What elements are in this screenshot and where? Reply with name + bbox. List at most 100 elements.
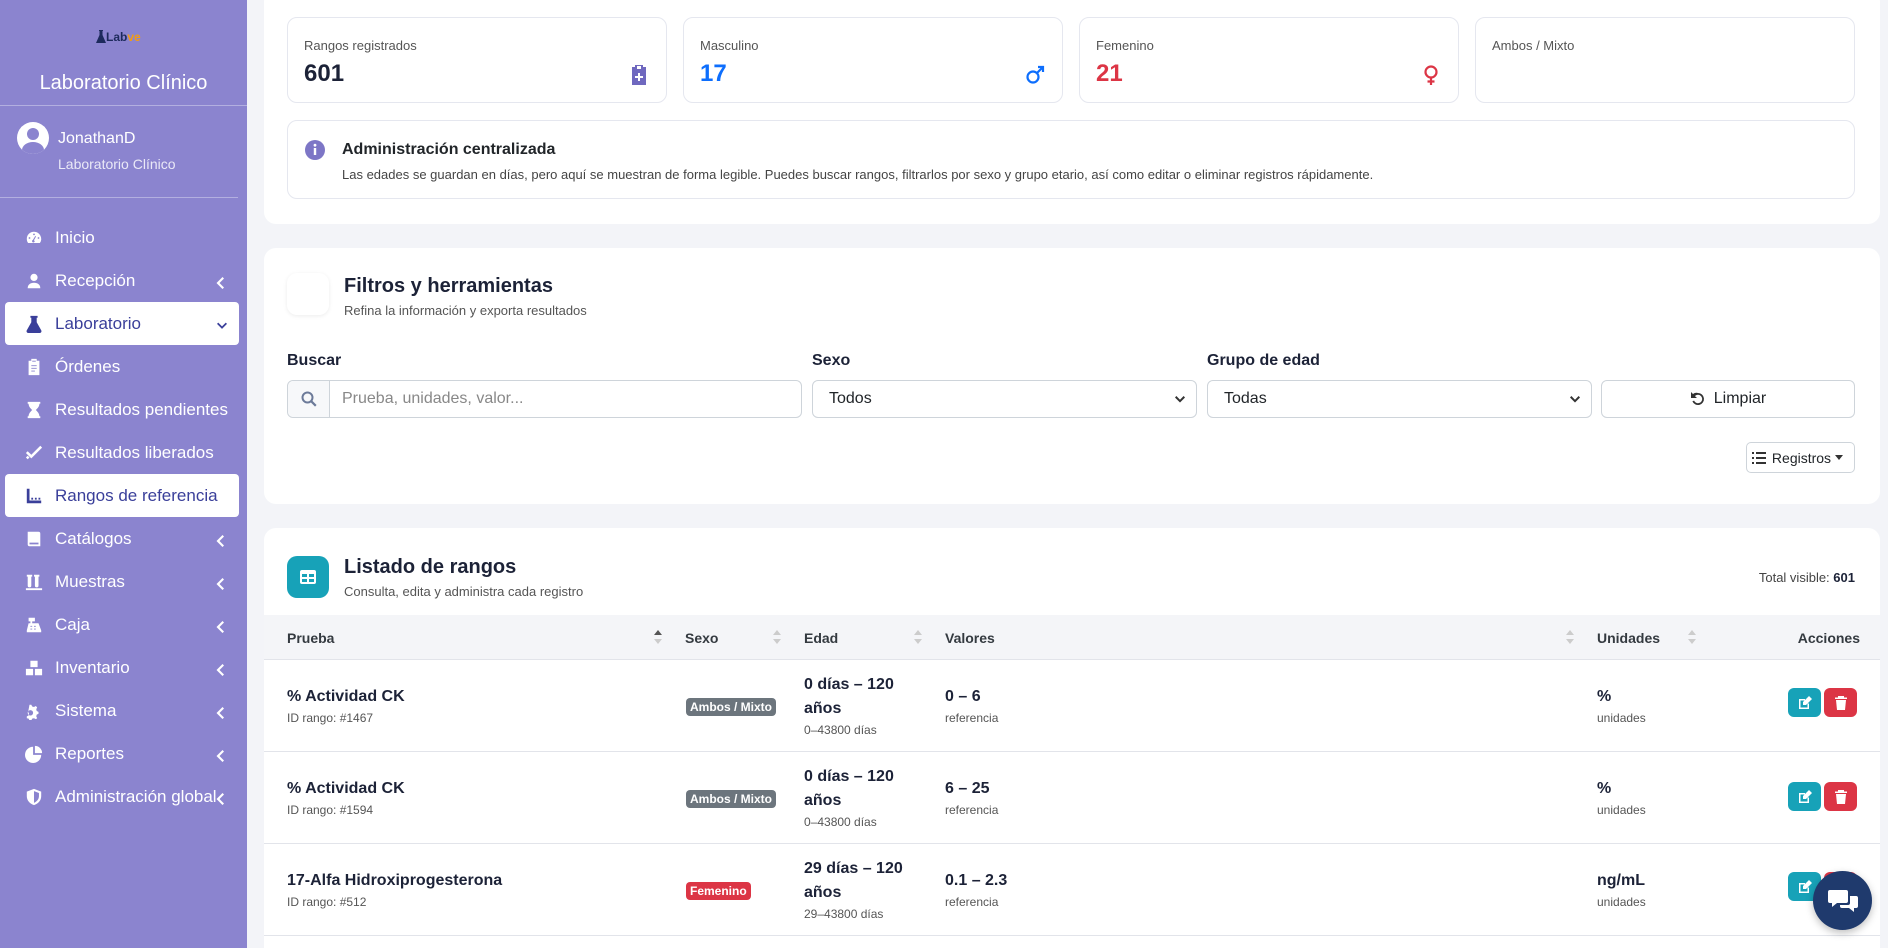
chevron-down-icon	[1570, 396, 1580, 403]
column-header-sex[interactable]: Sexo	[685, 630, 718, 646]
brand-logo[interactable]: Lab ve	[96, 28, 141, 46]
flask-icon	[24, 314, 44, 334]
stat-label: Ambos / Mixto	[1492, 38, 1575, 53]
chevron-left-icon	[215, 747, 224, 762]
user-name: JonathanD	[58, 130, 136, 147]
clear-filters-button[interactable]: Limpiar	[1601, 380, 1855, 418]
stat-label: Masculino	[700, 38, 759, 53]
sort-asc-icon[interactable]	[654, 629, 662, 645]
row-age-unit: años	[804, 884, 842, 901]
search-input[interactable]	[330, 381, 801, 417]
sidebar-item-label: Inventario	[55, 657, 130, 677]
brand-title: Laboratorio Clínico	[39, 72, 208, 94]
row-test-name: % Actividad CK	[287, 688, 405, 705]
user-nurse-icon	[24, 271, 44, 291]
sidebar-item-recepcion[interactable]: Recepción	[0, 259, 247, 302]
table-icon	[287, 556, 329, 598]
row-id: ID rango: #1594	[287, 803, 374, 817]
venus-icon	[1420, 64, 1442, 86]
user-role: Laboratorio Clínico	[58, 156, 176, 172]
edit-button[interactable]	[1788, 688, 1821, 717]
chevron-left-icon	[215, 618, 224, 633]
gauge-icon	[24, 228, 44, 248]
sort-icon[interactable]	[773, 629, 781, 645]
row-units: %	[1597, 688, 1612, 705]
sidebar-item-administracion-global[interactable]: Administración global	[0, 775, 247, 818]
double-check-icon	[24, 443, 44, 463]
sex-select[interactable]: Todos	[812, 380, 1197, 418]
info-description: Las edades se guardan en días, pero aquí…	[342, 167, 1374, 182]
search-label: Buscar	[287, 352, 342, 369]
filter-section-icon	[287, 273, 329, 315]
age-group-select-value: Todas	[1224, 390, 1267, 407]
column-header-values[interactable]: Valores	[945, 630, 995, 646]
table-row: % Actividad CK ID rango: #1467 Ambos / M…	[264, 660, 1880, 752]
chevron-down-icon	[1175, 396, 1185, 403]
beaker-icon	[96, 30, 106, 43]
age-group-select[interactable]: Todas	[1207, 380, 1592, 418]
sex-select-value: Todos	[829, 390, 872, 407]
trash-icon	[1834, 789, 1847, 804]
sex-badge: Ambos / Mixto	[686, 698, 777, 716]
sidebar-item-caja[interactable]: Caja	[0, 603, 247, 646]
sort-icon[interactable]	[1566, 629, 1574, 645]
sidebar-item-resultados-pendientes[interactable]: Resultados pendientes	[0, 388, 247, 431]
records-label: Registros	[1771, 449, 1832, 466]
avatar	[17, 122, 49, 154]
hourglass-icon	[24, 400, 44, 420]
sidebar-item-label: Resultados liberados	[55, 442, 214, 462]
row-values: 6 – 25	[945, 780, 990, 797]
row-age-days: 29–43800 días	[804, 907, 884, 921]
sidebar-item-label: Inicio	[55, 227, 95, 247]
row-age: 0 días – 120	[804, 676, 894, 693]
clear-filters-label: Limpiar	[1713, 390, 1767, 407]
stat-label: Rangos registrados	[304, 38, 417, 53]
sidebar-item-inventario[interactable]: Inventario	[0, 646, 247, 689]
sidebar-item-catalogos[interactable]: Catálogos	[0, 517, 247, 560]
sort-icon[interactable]	[914, 629, 922, 645]
edit-button[interactable]	[1788, 782, 1821, 811]
column-header-test[interactable]: Prueba	[287, 630, 334, 646]
sidebar: Lab ve Laboratorio Clínico JonathanD Labo…	[0, 0, 247, 948]
delete-button[interactable]	[1824, 688, 1857, 717]
stat-card-male: Masculino 17	[683, 17, 1063, 103]
info-title: Administración centralizada	[342, 141, 556, 158]
sidebar-item-laboratorio[interactable]: Laboratorio	[5, 302, 239, 345]
sidebar-item-label: Laboratorio	[55, 313, 142, 333]
records-dropdown-button[interactable]: Registros	[1746, 442, 1855, 473]
sort-icon[interactable]	[1688, 629, 1696, 645]
row-values: 0 – 6	[945, 688, 981, 705]
row-units-sub: unidades	[1597, 803, 1646, 817]
sidebar-item-rangos-referencia[interactable]: Rangos de referencia	[5, 474, 239, 517]
sidebar-item-ordenes[interactable]: Órdenes	[0, 345, 247, 388]
edit-icon	[1798, 789, 1812, 803]
column-header-units[interactable]: Unidades	[1597, 630, 1660, 646]
sidebar-item-resultados-liberados[interactable]: Resultados liberados	[0, 431, 247, 474]
table-header: Prueba Sexo Edad Valores Unidades Accion…	[264, 615, 1880, 660]
sidebar-item-sistema[interactable]: Sistema	[0, 689, 247, 732]
row-units-sub: unidades	[1597, 711, 1646, 725]
list-icon	[1751, 451, 1766, 464]
trash-icon	[1834, 695, 1847, 710]
chevron-left-icon	[215, 274, 224, 289]
sidebar-item-reportes[interactable]: Reportes	[0, 732, 247, 775]
row-values-sub: referencia	[945, 711, 999, 725]
user-panel[interactable]: JonathanD Laboratorio Clínico	[0, 106, 238, 198]
clipboard-icon	[24, 357, 44, 377]
chat-button[interactable]	[1813, 871, 1872, 930]
total-visible-label: Total visible:	[1758, 570, 1830, 585]
logo-suffix: ve	[127, 30, 141, 44]
sidebar-item-muestras[interactable]: Muestras	[0, 560, 247, 603]
column-header-age[interactable]: Edad	[804, 630, 838, 646]
sex-label: Sexo	[812, 352, 851, 369]
ruler-icon	[24, 486, 44, 506]
sidebar-item-inicio[interactable]: Inicio	[0, 216, 247, 259]
stat-card-mixed: Ambos / Mixto	[1475, 17, 1855, 103]
row-age-unit: años	[804, 700, 842, 717]
row-values: 0.1 – 2.3	[945, 872, 1008, 889]
chevron-left-icon	[215, 532, 224, 547]
delete-button[interactable]	[1824, 782, 1857, 811]
caret-down-icon	[1835, 454, 1844, 460]
row-units: %	[1597, 780, 1612, 797]
column-header-actions: Acciones	[1797, 630, 1860, 646]
